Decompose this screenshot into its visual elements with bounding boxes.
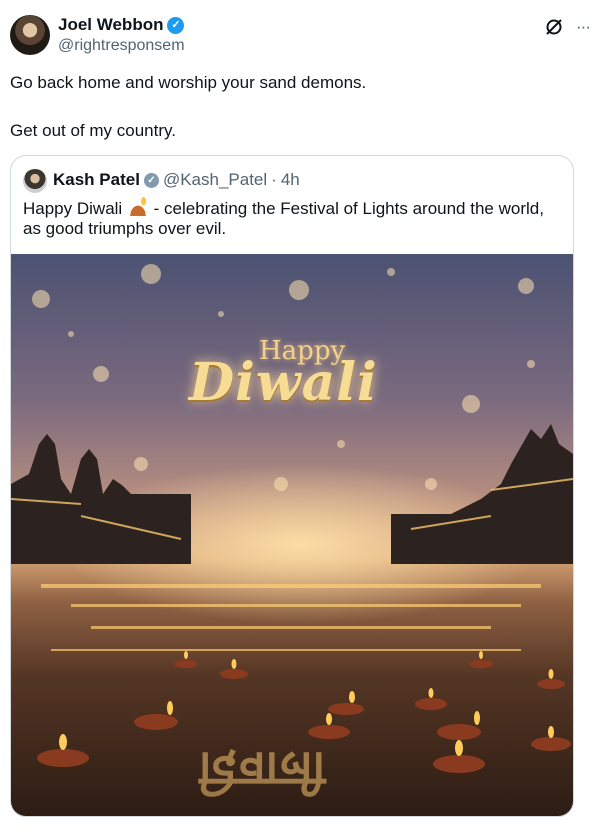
government-badge-icon: ✓ <box>143 172 159 188</box>
separator-dot: · <box>271 170 277 189</box>
author-avatar[interactable] <box>10 15 50 55</box>
quoted-author-name[interactable]: Kash Patel <box>53 170 140 190</box>
diwali-image[interactable]: Happy Diwali दिवाली <box>11 254 573 816</box>
quoted-text-start: Happy Diwali <box>23 199 123 218</box>
left-temples <box>11 434 191 564</box>
diya-lamp-icon <box>128 196 147 216</box>
more-options-icon[interactable]: ··· <box>576 17 591 37</box>
quoted-author-avatar[interactable] <box>23 169 47 193</box>
quoted-author-handle[interactable]: @Kash_Patel <box>163 170 267 190</box>
tweet-actions-top: ··· <box>544 17 591 37</box>
quoted-timestamp[interactable]: 4h <box>281 170 300 190</box>
author-handle[interactable]: @rightresponsem <box>58 37 185 55</box>
author-name[interactable]: Joel Webbon <box>58 15 163 35</box>
quoted-tweet-card[interactable]: Kash Patel ✓ @Kash_Patel · 4h Happy Diwa… <box>10 155 574 817</box>
image-reflection-text: दिवाली <box>199 741 328 797</box>
grok-icon[interactable] <box>544 17 564 37</box>
quoted-tweet-text: Happy Diwali - celebrating the Festival … <box>23 196 563 239</box>
verified-badge-icon: ✓ <box>167 16 185 34</box>
tweet-text-line-1: Go back home and worship your sand demon… <box>10 73 367 92</box>
quoted-header: Kash Patel ✓ @Kash_Patel · 4h <box>53 170 300 190</box>
author-name-line: Joel Webbon ✓ <box>58 15 185 35</box>
image-diwali-text: Diwali <box>189 352 378 413</box>
tweet-text-line-2: Get out of my country. <box>10 121 176 140</box>
